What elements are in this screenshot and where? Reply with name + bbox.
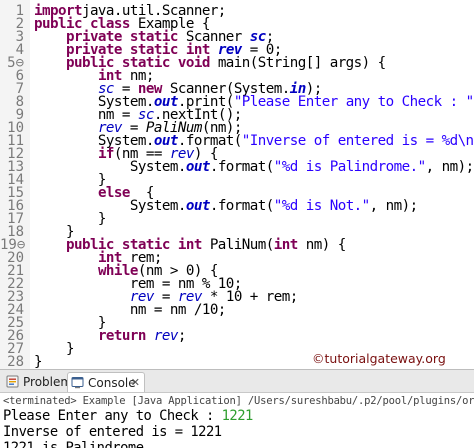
code-text: } xyxy=(34,354,43,369)
console-line: 1221 is Palindrome. xyxy=(3,440,152,448)
problems-icon xyxy=(6,375,19,388)
tab-console-label: Console xyxy=(88,376,136,390)
terminated-status: <terminated> Example [Java Application] … xyxy=(3,395,474,407)
tab-console[interactable]: Console ✕ xyxy=(67,372,145,392)
line-number: 28 xyxy=(7,354,24,369)
tab-problems[interactable]: Problems xyxy=(3,372,78,392)
code-editor[interactable]: 1 importjava.util.Scanner; 2 public class E… xyxy=(0,0,474,369)
close-icon[interactable]: ✕ xyxy=(131,373,140,393)
console-user-input: 1221 xyxy=(221,408,254,424)
console-line: Please Enter any to Check : 1221 xyxy=(3,408,253,424)
console-line: Inverse of entered is = 1221 xyxy=(3,424,222,440)
console-prompt: Please Enter any to Check : xyxy=(3,408,222,424)
code-token: } xyxy=(34,354,43,369)
console-output[interactable]: <terminated> Example [Java Application] … xyxy=(0,393,474,448)
watermark: ©tutorialgateway.org xyxy=(312,351,446,366)
console-icon xyxy=(71,377,84,389)
bottom-panel-tabs: Problems Console ✕ xyxy=(0,369,474,393)
